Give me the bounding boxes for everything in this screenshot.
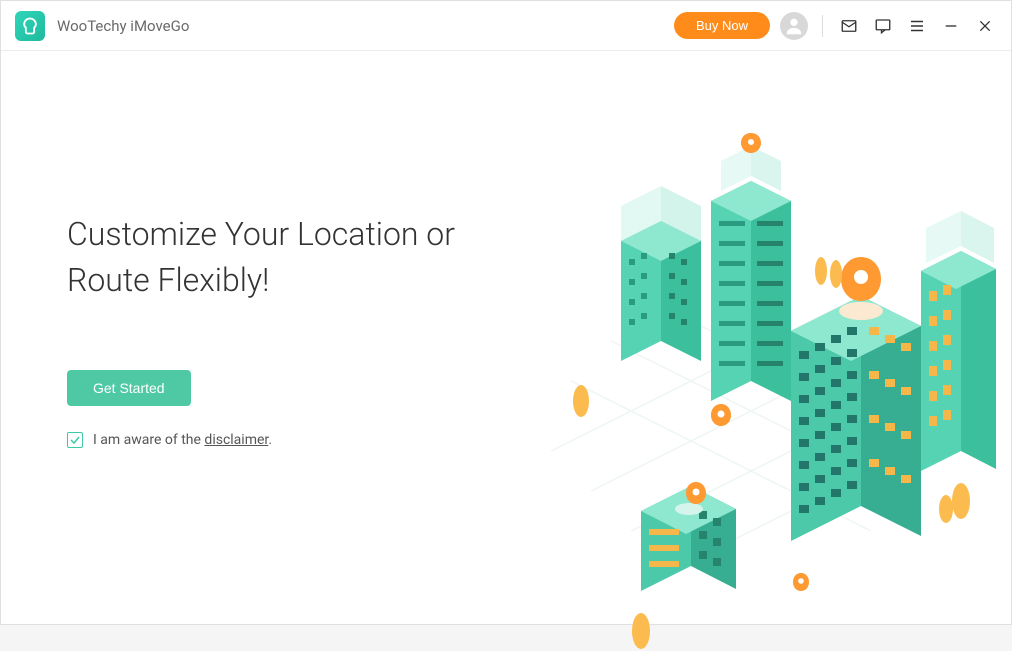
disclaimer-text: I am aware of the disclaimer. [93, 432, 272, 448]
disclaimer-row: I am aware of the disclaimer. [67, 432, 1011, 448]
location-pin-icon [711, 404, 731, 435]
location-pin-icon [793, 573, 809, 599]
titlebar-right: Buy Now [674, 12, 997, 40]
main-content: Customize Your Location or Route Flexibl… [1, 51, 1011, 624]
feedback-icon[interactable] [871, 14, 895, 38]
app-window: WooTechy iMoveGo Buy Now [0, 0, 1012, 625]
titlebar-left: WooTechy iMoveGo [15, 11, 189, 41]
menu-icon[interactable] [905, 14, 929, 38]
app-title: WooTechy iMoveGo [57, 17, 189, 35]
minimize-icon[interactable] [939, 14, 963, 38]
titlebar-divider [822, 15, 823, 37]
page-headline: Customize Your Location or Route Flexibl… [67, 211, 467, 304]
titlebar: WooTechy iMoveGo Buy Now [1, 1, 1011, 51]
disclaimer-prefix: I am aware of the [93, 432, 204, 448]
disclaimer-suffix: . [268, 432, 272, 448]
location-pin-icon [686, 482, 706, 513]
get-started-button[interactable]: Get Started [67, 370, 191, 406]
user-avatar-icon[interactable] [780, 12, 808, 40]
location-pin-icon [741, 133, 761, 163]
disclaimer-checkbox[interactable] [67, 432, 83, 448]
disclaimer-link[interactable]: disclaimer [204, 432, 268, 448]
mail-icon[interactable] [837, 14, 861, 38]
location-pin-icon [841, 257, 881, 313]
app-logo-icon [15, 11, 45, 41]
city-illustration [491, 91, 1011, 651]
buy-now-button[interactable]: Buy Now [674, 12, 770, 39]
close-icon[interactable] [973, 14, 997, 38]
